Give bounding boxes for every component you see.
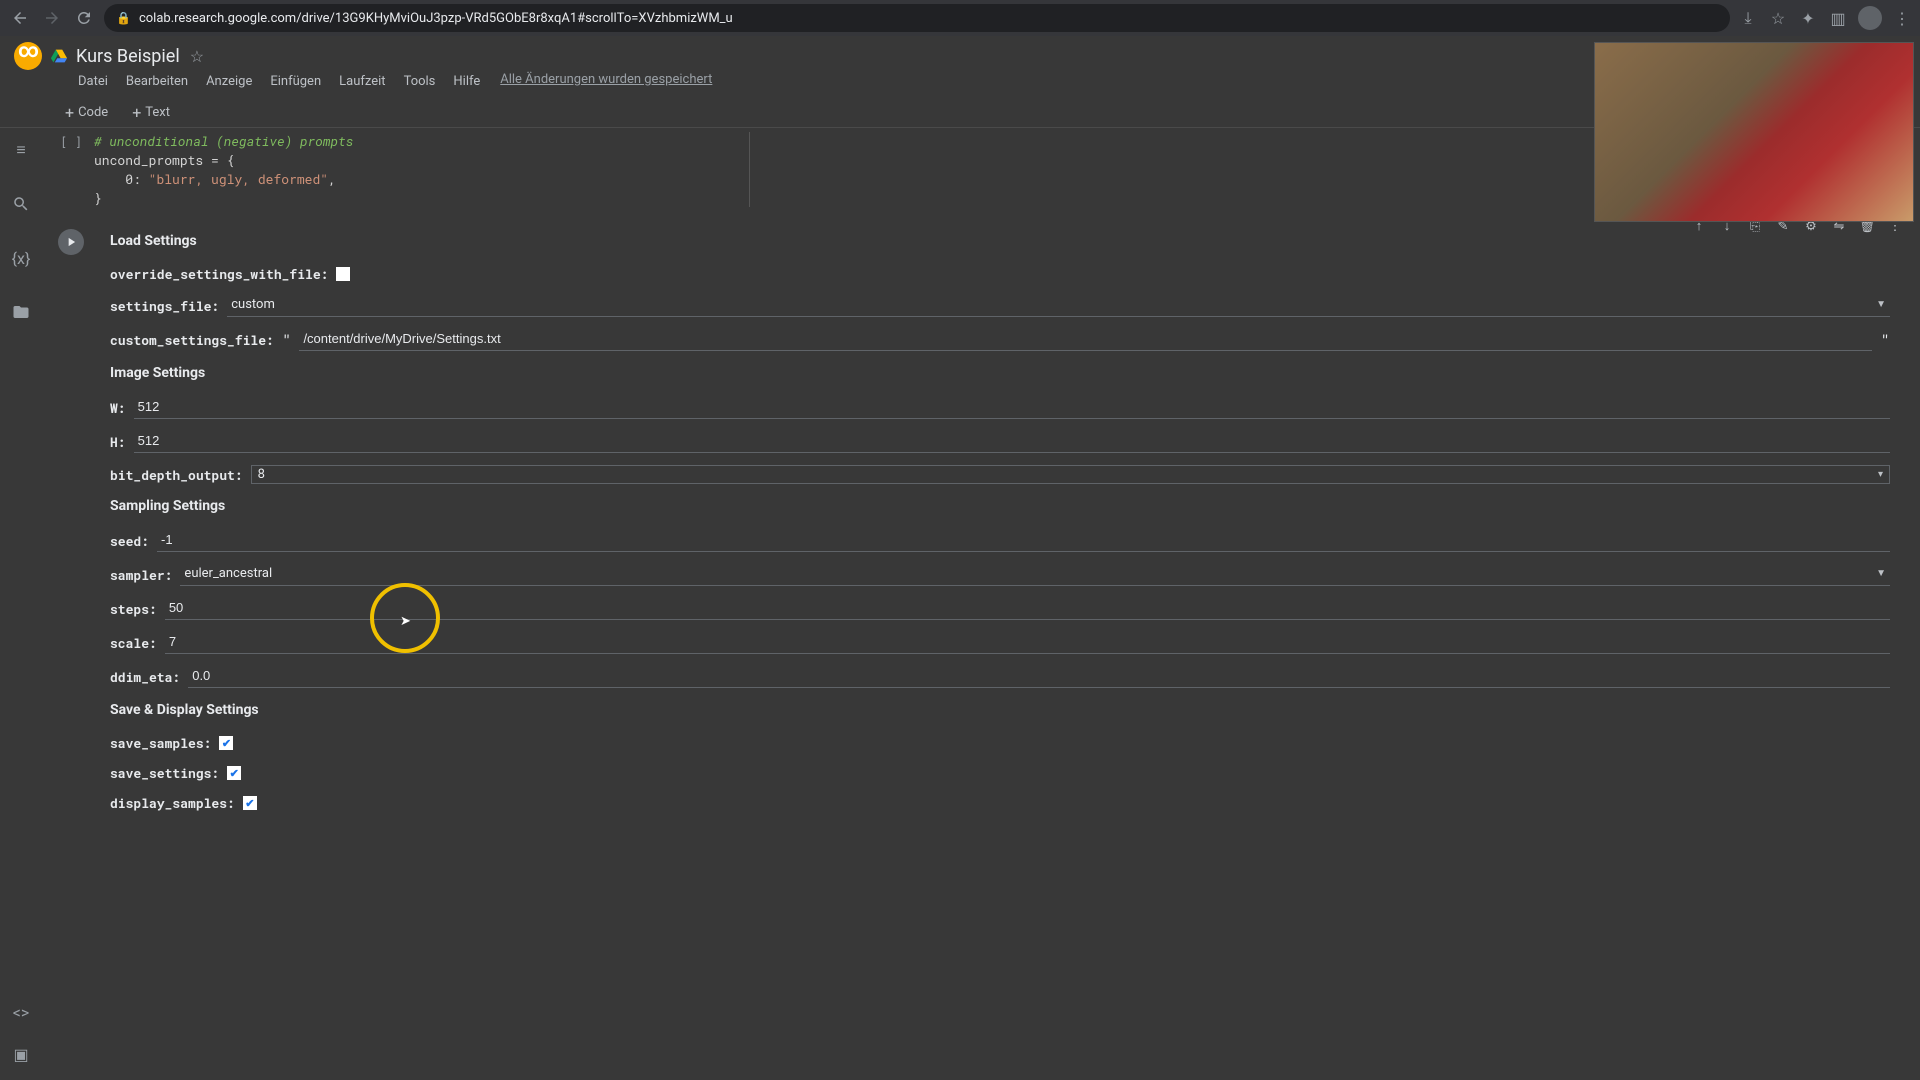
refresh-button[interactable] bbox=[72, 6, 96, 30]
w-label: W: bbox=[110, 399, 126, 417]
bit-depth-select[interactable]: 8 ▾ bbox=[251, 465, 1890, 484]
toc-icon[interactable]: ≡ bbox=[9, 138, 33, 162]
forward-button[interactable] bbox=[40, 6, 64, 30]
code-line: uncond_prompts = { bbox=[94, 151, 234, 169]
section-sampling-settings: Sampling Settings bbox=[90, 490, 1910, 524]
form-cell: ↑ ↓ ⎘ ✎ ⚙ ⇋ 🗑 ⋮ Load Settings override_s… bbox=[52, 225, 1910, 818]
steps-input[interactable] bbox=[165, 598, 1890, 620]
left-rail: ≡ {x} <> ▣ bbox=[0, 128, 42, 1080]
star-icon[interactable]: ☆ bbox=[1768, 8, 1788, 28]
profile-avatar[interactable] bbox=[1858, 6, 1882, 30]
side-panel-icon[interactable]: ▥ bbox=[1828, 8, 1848, 28]
scale-label: scale: bbox=[110, 634, 157, 652]
menu-help[interactable]: Hilfe bbox=[445, 72, 488, 91]
add-text-button[interactable]: +Text bbox=[122, 99, 180, 126]
section-save-settings: Save & Display Settings bbox=[90, 694, 1910, 728]
custom-file-label: custom_settings_file: bbox=[110, 331, 274, 349]
files-icon[interactable] bbox=[9, 300, 33, 324]
back-button[interactable] bbox=[8, 6, 32, 30]
notebook-title[interactable]: Kurs Beispiel bbox=[76, 46, 180, 67]
seed-label: seed: bbox=[110, 532, 149, 550]
ddim-input[interactable] bbox=[188, 666, 1890, 688]
notebook-area: [ ] # unconditional (negative) prompts u… bbox=[42, 128, 1920, 1080]
code-snippets-icon[interactable]: <> bbox=[9, 1000, 33, 1024]
h-label: H: bbox=[110, 433, 126, 451]
colab-logo-icon bbox=[14, 42, 42, 70]
steps-label: steps: bbox=[110, 600, 157, 618]
webcam-overlay bbox=[1594, 42, 1914, 222]
save-settings-label: save_settings: bbox=[110, 764, 219, 782]
url-text: colab.research.google.com/drive/13G9KHyM… bbox=[139, 11, 733, 26]
chevron-down-icon: ▼ bbox=[1876, 299, 1886, 310]
extensions-icon[interactable]: ✦ bbox=[1798, 8, 1818, 28]
star-notebook-icon[interactable]: ☆ bbox=[190, 47, 204, 66]
seed-input[interactable] bbox=[157, 530, 1890, 552]
ddim-label: ddim_eta: bbox=[110, 668, 180, 686]
override-label: override_settings_with_file: bbox=[110, 265, 328, 283]
custom-file-input[interactable] bbox=[299, 329, 1872, 351]
code-comment: # unconditional (negative) prompts bbox=[94, 132, 353, 150]
drive-icon bbox=[50, 47, 68, 65]
search-icon[interactable] bbox=[9, 192, 33, 216]
browser-bar: 🔒 colab.research.google.com/drive/13G9KH… bbox=[0, 0, 1920, 36]
menu-file[interactable]: Datei bbox=[70, 72, 116, 91]
run-button[interactable] bbox=[58, 229, 84, 255]
chevron-down-icon: ▼ bbox=[1876, 568, 1886, 579]
menu-edit[interactable]: Bearbeiten bbox=[118, 72, 196, 91]
variables-icon[interactable]: {x} bbox=[9, 246, 33, 270]
menu-tools[interactable]: Tools bbox=[396, 72, 444, 91]
settings-file-label: settings_file: bbox=[110, 297, 219, 315]
save-status: Alle Änderungen wurden gespeichert bbox=[500, 72, 712, 91]
menu-runtime[interactable]: Laufzeit bbox=[331, 72, 393, 91]
menu-insert[interactable]: Einfügen bbox=[262, 72, 329, 91]
cell-gutter[interactable]: [ ] bbox=[52, 132, 94, 207]
browser-toolbar-icons: ⤓ ☆ ✦ ▥ ⋮ bbox=[1738, 6, 1912, 30]
save-samples-label: save_samples: bbox=[110, 734, 211, 752]
display-samples-label: display_samples: bbox=[110, 794, 235, 812]
h-input[interactable] bbox=[134, 431, 1890, 453]
sampler-select[interactable]: euler_ancestral ▼ bbox=[180, 564, 1890, 586]
w-input[interactable] bbox=[134, 397, 1890, 419]
chevron-down-icon: ▾ bbox=[1878, 469, 1883, 480]
url-bar[interactable]: 🔒 colab.research.google.com/drive/13G9KH… bbox=[104, 4, 1730, 32]
section-load-settings: Load Settings bbox=[90, 225, 1910, 259]
menu-view[interactable]: Anzeige bbox=[198, 72, 260, 91]
add-code-button[interactable]: +Code bbox=[55, 99, 118, 126]
display-samples-checkbox[interactable] bbox=[243, 796, 257, 810]
save-settings-checkbox[interactable] bbox=[227, 766, 241, 780]
save-samples-checkbox[interactable] bbox=[219, 736, 233, 750]
settings-file-select[interactable]: custom ▼ bbox=[227, 295, 1890, 317]
install-icon[interactable]: ⤓ bbox=[1738, 8, 1758, 28]
browser-menu-icon[interactable]: ⋮ bbox=[1892, 8, 1912, 28]
sampler-label: sampler: bbox=[110, 566, 172, 584]
override-checkbox[interactable] bbox=[336, 267, 350, 281]
scale-input[interactable] bbox=[165, 632, 1890, 654]
section-image-settings: Image Settings bbox=[90, 357, 1910, 391]
bit-depth-label: bit_depth_output: bbox=[110, 466, 243, 484]
lock-icon: 🔒 bbox=[116, 11, 131, 25]
terminal-icon[interactable]: ▣ bbox=[9, 1042, 33, 1066]
